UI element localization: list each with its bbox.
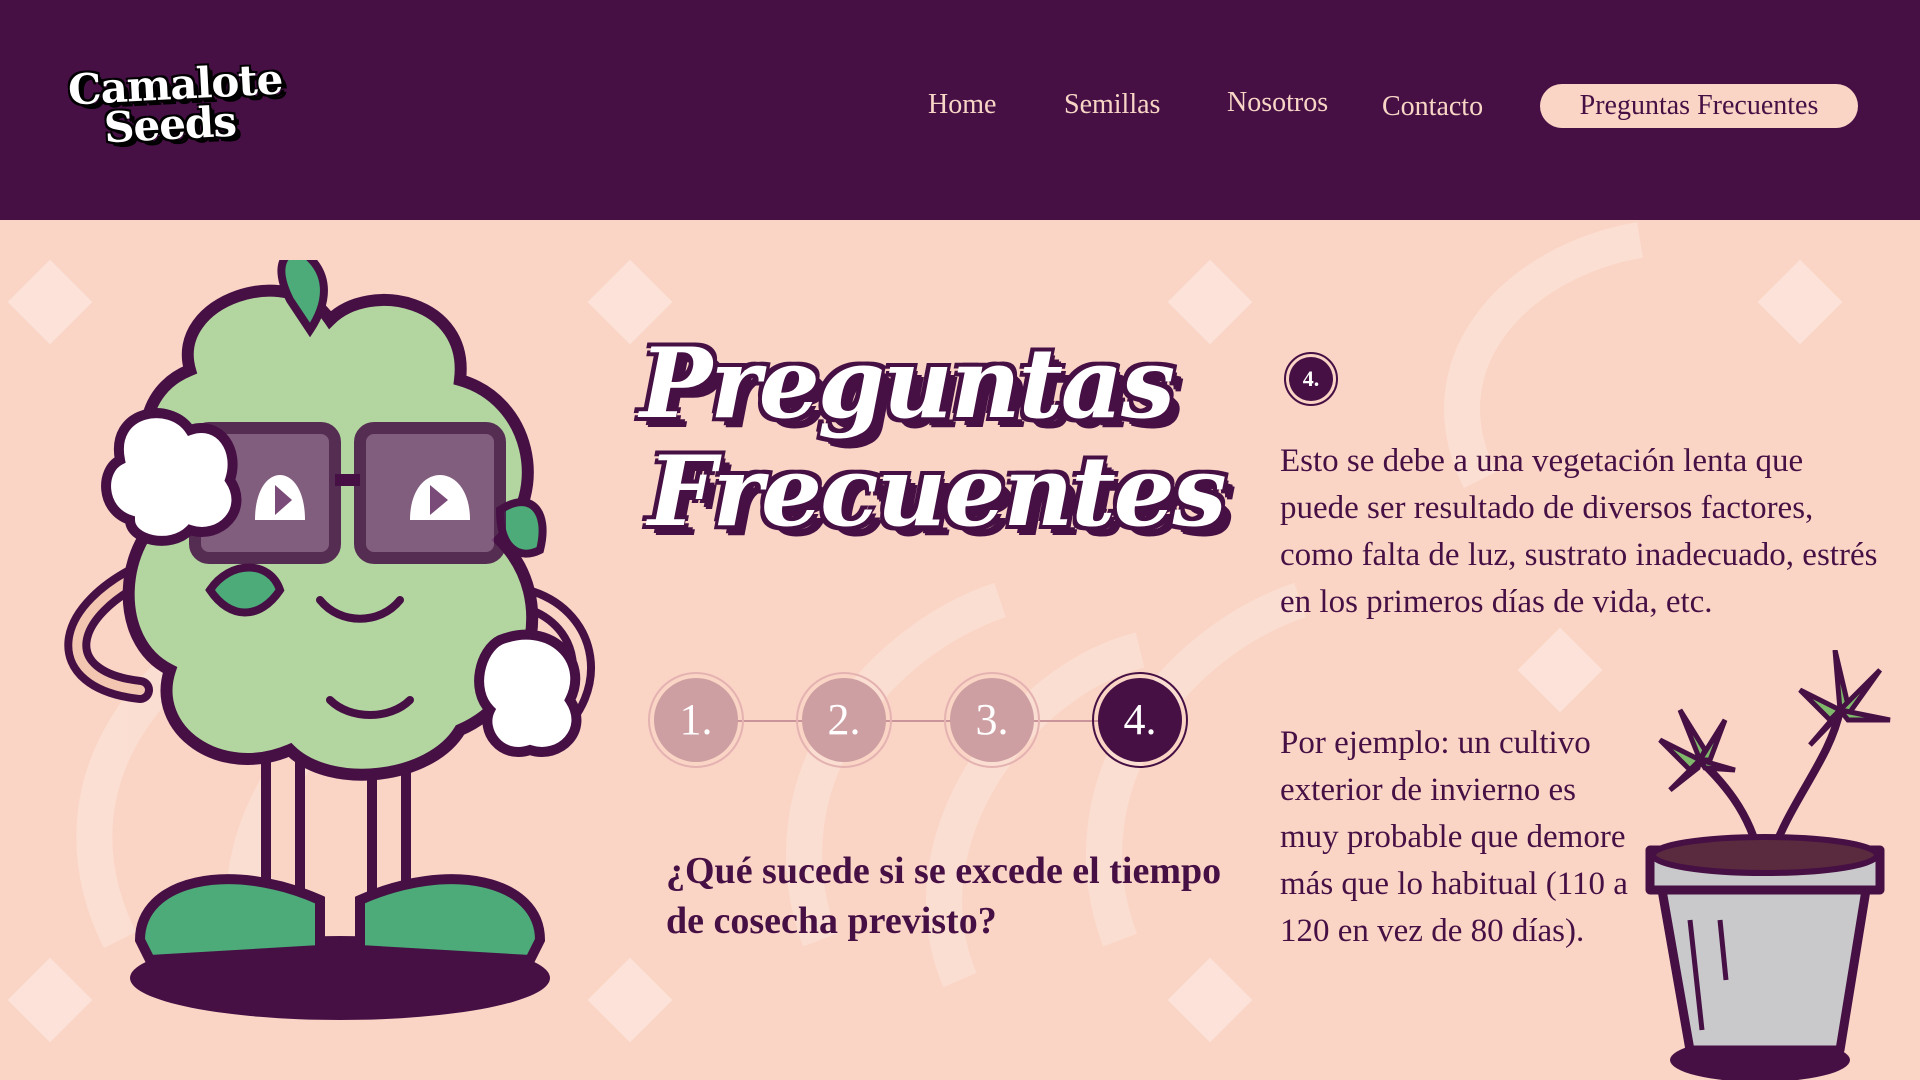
step-3-label: 3. xyxy=(950,678,1034,762)
answer-number-badge: 4. xyxy=(1284,352,1338,406)
nav-link-contacto[interactable]: Contacto xyxy=(1382,84,1483,130)
answer-paragraph-1: Esto se debe a una vegetación lenta que … xyxy=(1280,443,1878,620)
faq-question: ¿Qué sucede si se excede el tiempo de co… xyxy=(666,850,1222,942)
nav-link-semillas[interactable]: Semillas xyxy=(1064,82,1160,128)
step-1-label: 1. xyxy=(654,678,738,762)
step-2-button[interactable]: 2. xyxy=(796,672,892,768)
step-2-label: 2. xyxy=(802,678,886,762)
step-3-button[interactable]: 3. xyxy=(944,672,1040,768)
answer-paragraph-2: Por ejemplo: un cultivo exterior de invi… xyxy=(1280,725,1628,949)
nav-link-home[interactable]: Home xyxy=(928,82,996,128)
page-title: Preguntas Frecuentes xyxy=(640,330,1240,546)
site-header: Camalote Seeds Home Semillas Nosotros Co… xyxy=(0,0,1920,220)
answer-number-label: 4. xyxy=(1289,357,1333,401)
steps-connector-line xyxy=(698,720,1138,722)
page-title-line1: Preguntas xyxy=(640,327,1175,440)
cannabis-bud-mascot-icon xyxy=(64,260,595,1020)
page-title-line2: Frecuentes xyxy=(648,435,1227,548)
nav-link-nosotros[interactable]: Nosotros xyxy=(1227,80,1328,126)
logo-text-line2: Seeds xyxy=(102,96,237,153)
step-1-button[interactable]: 1. xyxy=(648,672,744,768)
potted-plant-icon xyxy=(1645,650,1891,1080)
nav-link-preguntas-frecuentes[interactable]: Preguntas Frecuentes xyxy=(1540,84,1858,128)
step-4-label: 4. xyxy=(1098,678,1182,762)
step-4-button[interactable]: 4. xyxy=(1092,672,1188,768)
faq-steps: 1. 2. 3. 4. xyxy=(648,670,1188,770)
brand-logo[interactable]: Camalote Seeds xyxy=(62,54,284,156)
